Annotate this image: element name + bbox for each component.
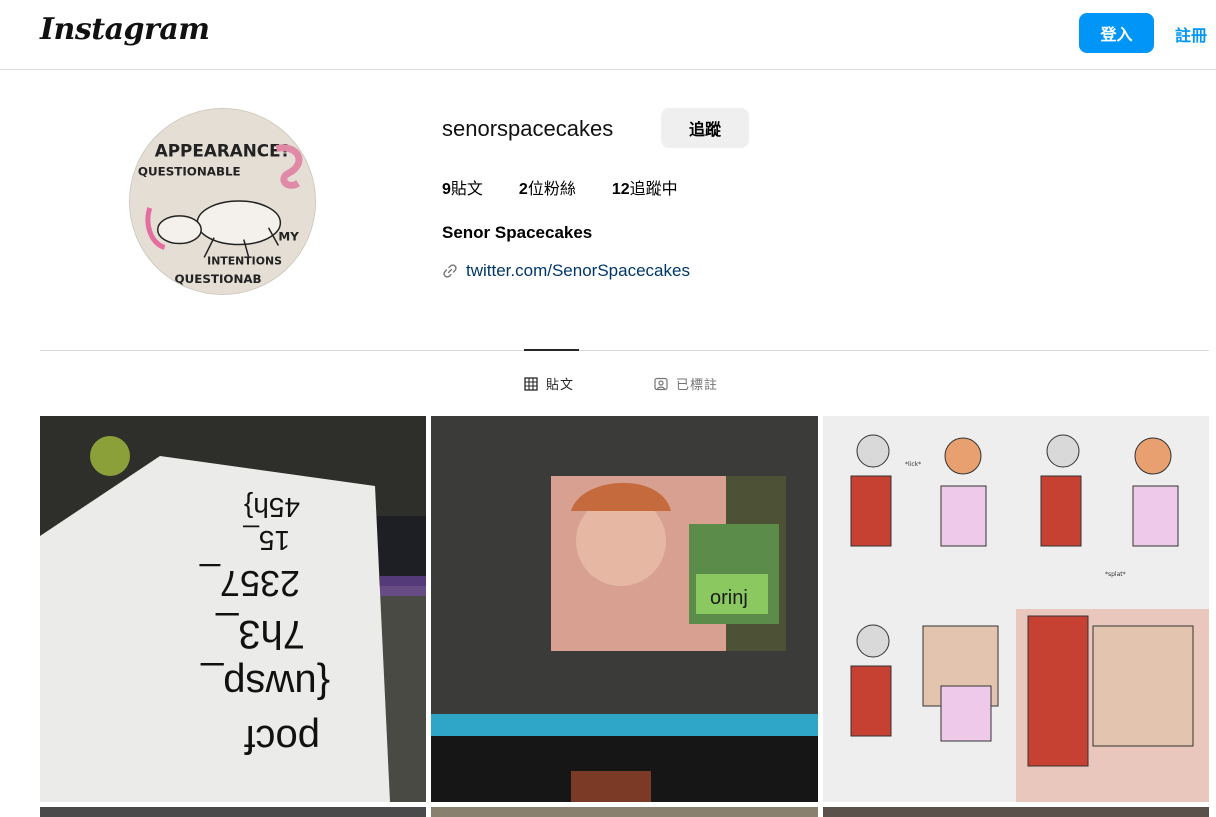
post-thumbnail-1[interactable]: pocf {uwsp_ 7h3_ 2357_ 15_ 45h}: [40, 416, 426, 802]
post-1-image: pocf {uwsp_ 7h3_ 2357_ 15_ 45h}: [40, 416, 426, 802]
post-thumbnail-3[interactable]: *lick* *splat*: [823, 416, 1209, 802]
tabs-divider: [40, 350, 1209, 351]
profile-stats: 9貼文 2位粉絲 12追蹤中: [442, 175, 714, 199]
avatar-text-4: INTENTIONS: [207, 254, 282, 267]
profile-avatar[interactable]: APPEARANCE? QUESTIONABLE MY INTENTIONS Q…: [129, 108, 316, 295]
login-button[interactable]: 登入: [1079, 13, 1154, 53]
avatar-text-1: APPEARANCE?: [155, 140, 291, 160]
follow-button[interactable]: 追蹤: [661, 108, 749, 148]
following-stat[interactable]: 12追蹤中: [612, 175, 678, 199]
following-count: 12: [611, 181, 630, 198]
profile-link-text: twitter.com/SenorSpacecakes: [466, 261, 690, 280]
tab-tagged[interactable]: 已標註: [654, 374, 718, 393]
avatar-text-3: MY: [278, 230, 299, 244]
post-1-text-6: 45h}: [244, 492, 300, 523]
tab-tagged-label: 已標註: [676, 378, 719, 393]
active-tab-indicator: [524, 349, 579, 351]
post-3-image: *lick* *splat*: [823, 416, 1209, 802]
post-2-image: orinj: [431, 416, 818, 802]
signup-link[interactable]: 註冊: [1175, 22, 1207, 46]
followers-stat[interactable]: 2位粉絲: [519, 175, 576, 199]
avatar-image: APPEARANCE? QUESTIONABLE MY INTENTIONS Q…: [130, 109, 315, 294]
link-icon: [443, 264, 457, 278]
tagged-icon: [654, 377, 668, 390]
following-stat-label: 追蹤中: [629, 181, 678, 198]
post-1-text-2: {uwsp_: [200, 662, 330, 706]
posts-stat-label: 貼文: [450, 181, 483, 198]
post-3-lick-label: *lick*: [905, 461, 921, 468]
profile-username: senorspacecakes: [442, 116, 614, 141]
instagram-logo[interactable]: Instagram: [40, 12, 210, 47]
profile-external-link[interactable]: twitter.com/SenorSpacecakes: [442, 261, 690, 281]
tab-posts-label: 貼文: [546, 378, 575, 393]
avatar-text-2: QUESTIONABLE: [138, 164, 241, 178]
post-thumbnail-6[interactable]: [823, 807, 1209, 817]
profile-full-name: Senor Spacecakes: [442, 223, 593, 242]
post-2-label: orinj: [710, 587, 748, 609]
post-3-splat-label: *splat*: [1105, 571, 1126, 578]
tab-posts[interactable]: 貼文: [524, 374, 574, 393]
post-thumbnail-2[interactable]: orinj: [431, 416, 818, 802]
post-1-text-4: 2357_: [199, 563, 300, 604]
post-1-text-1: pocf: [244, 717, 320, 761]
posts-stat: 9貼文: [442, 175, 483, 199]
posts-count: 9: [442, 181, 451, 198]
avatar-text-5: QUESTIONAB: [175, 272, 262, 286]
followers-count: 2: [518, 181, 528, 198]
post-1-text-3: 7h3_: [215, 612, 305, 656]
post-1-text-5: 15_: [243, 525, 290, 556]
top-bar: Instagram 登入 註冊: [0, 0, 1216, 70]
grid-icon: [524, 376, 538, 391]
post-thumbnail-4[interactable]: [40, 807, 426, 817]
post-thumbnail-5[interactable]: [431, 807, 818, 817]
followers-stat-label: 位粉絲: [527, 181, 576, 198]
